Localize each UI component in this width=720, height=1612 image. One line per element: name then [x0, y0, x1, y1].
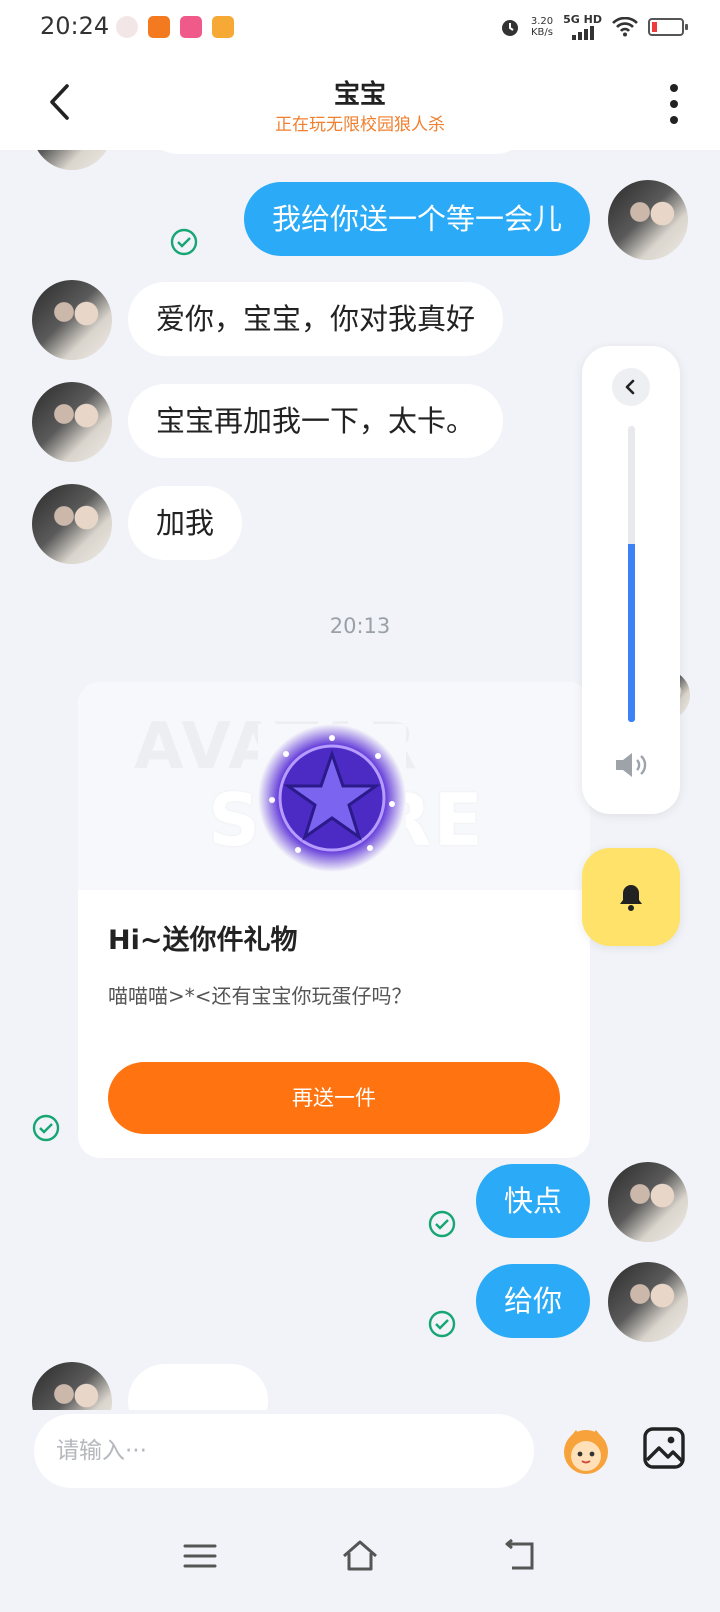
message-bubble-partial: [128, 1364, 268, 1410]
network-speed-unit: KB/s: [531, 27, 553, 38]
back-nav-icon[interactable]: [500, 1536, 540, 1576]
wifi-icon: [612, 17, 638, 37]
battery-icon: [648, 18, 688, 36]
avatar-contact[interactable]: [32, 484, 112, 564]
image-icon[interactable]: [640, 1424, 688, 1472]
message-input[interactable]: [34, 1414, 534, 1488]
message-bubble-outgoing[interactable]: 给你: [475, 1264, 590, 1338]
gift-banner: AVATAR STORE: [78, 682, 590, 890]
avatar-contact[interactable]: [32, 382, 112, 462]
message-bubble-incoming[interactable]: 宝宝再加我一下，太卡。: [128, 384, 504, 458]
home-icon[interactable]: [340, 1536, 380, 1576]
avatar-contact[interactable]: [32, 280, 112, 360]
chat-status-subtitle: 正在玩无限校园狼人杀: [275, 115, 445, 135]
more-options-button[interactable]: [664, 84, 684, 124]
send-again-button[interactable]: 再送一件: [108, 1062, 560, 1134]
collapse-volume-button[interactable]: [612, 368, 650, 406]
bell-icon: [620, 885, 642, 911]
status-bar: 20:24 3.20 KB/s 5G HD: [0, 0, 720, 56]
gift-title: Hi~送你件礼物: [108, 925, 298, 956]
alarm-icon: [501, 20, 518, 36]
network-type: 5G HD: [563, 13, 602, 26]
more-dot-icon: [670, 116, 678, 124]
chat-header: 宝宝 正在玩无限校园狼人杀: [0, 56, 720, 150]
read-check-icon: [170, 228, 198, 256]
volume-slider-fill: [628, 544, 635, 722]
more-dot-icon: [670, 100, 678, 108]
app-icon-orange: [148, 16, 170, 38]
message-bubble-outgoing[interactable]: 我给你送一个等一会儿: [243, 182, 590, 256]
menu-icon[interactable]: [180, 1536, 220, 1576]
notification-icons: [116, 16, 234, 38]
status-time: 20:24: [40, 12, 110, 40]
read-check-icon: [32, 1114, 60, 1142]
avatar-app-icon: [116, 16, 138, 38]
message-input-bar: [0, 1410, 720, 1498]
read-check-icon: [428, 1210, 456, 1238]
message-bubble-incoming[interactable]: 爱你，宝宝，你对我真好: [128, 282, 504, 356]
message-bubble-outgoing[interactable]: 快点: [475, 1164, 590, 1238]
emoji-sticker-icon[interactable]: [558, 1422, 614, 1478]
read-check-icon: [428, 1310, 456, 1338]
gift-description: 喵喵喵>*<还有宝宝你玩蛋仔吗？: [108, 984, 412, 1008]
avatar[interactable]: [32, 150, 112, 170]
avatar-self[interactable]: [608, 1162, 688, 1242]
gift-card[interactable]: AVATAR STORE Hi~送你件礼物 喵喵喵>*<还有宝宝你玩: [78, 682, 590, 1158]
notification-bell-button[interactable]: [582, 848, 680, 946]
star-badge-gift-icon: [258, 724, 406, 872]
more-dot-icon: [670, 84, 678, 92]
video-app-icon: [212, 16, 234, 38]
speaker-icon[interactable]: [613, 750, 649, 780]
volume-panel: [582, 346, 680, 814]
app-icon-pink: [180, 16, 202, 38]
volume-slider[interactable]: [628, 426, 635, 722]
avatar-contact-partial[interactable]: [32, 1362, 112, 1410]
signal-icon: [571, 26, 594, 40]
network-speed-value: 3.20: [530, 16, 554, 27]
cellular-indicator: 5G HD: [563, 14, 602, 40]
message-bubble-incoming[interactable]: 加我: [128, 486, 243, 560]
message-bubble-partial: [142, 150, 532, 154]
chevron-left-icon: [625, 379, 635, 395]
avatar-self[interactable]: [608, 1262, 688, 1342]
chat-title: 宝宝: [333, 80, 386, 110]
network-speed: 3.20 KB/s: [531, 16, 553, 38]
system-navigation-bar: [0, 1498, 720, 1612]
avatar-self[interactable]: [608, 180, 688, 260]
status-indicators: 3.20 KB/s 5G HD: [499, 14, 688, 40]
